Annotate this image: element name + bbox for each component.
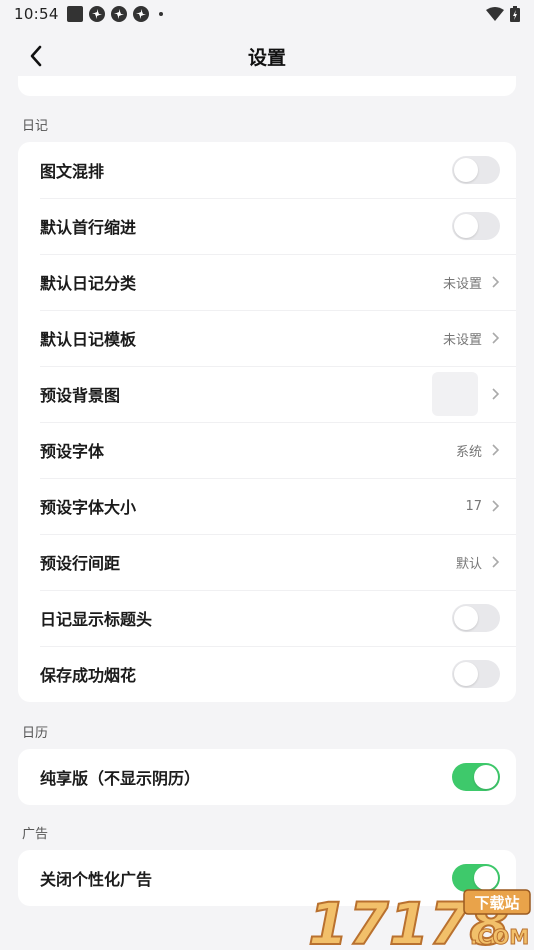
background-image-thumbnail bbox=[432, 372, 478, 416]
watermark-badge: 下载站 bbox=[474, 894, 519, 912]
section-label-diary: 日记 bbox=[22, 119, 49, 134]
setting-row-save-fireworks[interactable]: 保存成功烟花 bbox=[18, 646, 516, 702]
setting-row-pure-version[interactable]: 纯享版（不显示阴历） bbox=[18, 749, 516, 805]
setting-label: 日记显示标题头 bbox=[40, 610, 153, 629]
setting-row-font[interactable]: 预设字体 系统 bbox=[18, 422, 516, 478]
chevron-right-icon bbox=[492, 556, 500, 568]
wifi-icon bbox=[486, 7, 504, 21]
setting-row-background-image[interactable]: 预设背景图 bbox=[18, 366, 516, 422]
show-title-header-toggle[interactable] bbox=[452, 604, 500, 632]
fan-notification-icon bbox=[132, 6, 149, 22]
status-bar: 10:54 bbox=[0, 0, 534, 28]
setting-label: 保存成功烟花 bbox=[40, 666, 137, 685]
mixed-layout-toggle[interactable] bbox=[452, 156, 500, 184]
more-notifications-dot-icon bbox=[158, 12, 163, 16]
setting-value: 系统 bbox=[455, 444, 482, 460]
setting-label: 预设字体 bbox=[40, 442, 105, 461]
back-button[interactable] bbox=[22, 42, 50, 70]
status-time: 10:54 bbox=[14, 5, 59, 23]
section-label-calendar: 日历 bbox=[22, 726, 49, 741]
previous-settings-card bbox=[18, 76, 516, 96]
pure-version-toggle[interactable] bbox=[452, 763, 500, 791]
setting-value: 未设置 bbox=[442, 276, 482, 292]
setting-label: 纯享版（不显示阴历） bbox=[40, 769, 201, 788]
setting-label: 图文混排 bbox=[40, 162, 105, 181]
notification-app-icon bbox=[66, 6, 83, 22]
setting-label: 默认首行缩进 bbox=[40, 218, 137, 237]
chevron-right-icon bbox=[492, 276, 500, 288]
setting-row-mixed-layout[interactable]: 图文混排 bbox=[18, 142, 516, 198]
chevron-right-icon bbox=[492, 500, 500, 512]
chevron-right-icon bbox=[492, 444, 500, 456]
chevron-right-icon bbox=[492, 332, 500, 344]
setting-label: 关闭个性化广告 bbox=[40, 870, 153, 889]
setting-label: 默认日记模板 bbox=[40, 330, 137, 349]
setting-row-line-spacing[interactable]: 预设行间距 默认 bbox=[18, 534, 516, 590]
site-watermark-logo: 17178 下载站 .COM bbox=[307, 889, 531, 950]
setting-value: 默认 bbox=[455, 556, 482, 572]
page-title: 设置 bbox=[247, 46, 286, 69]
save-fireworks-toggle[interactable] bbox=[452, 660, 500, 688]
first-line-indent-toggle[interactable] bbox=[452, 212, 500, 240]
diary-settings-card: 图文混排 默认首行缩进 默认日记分类 未设置 默认日记模板 未设置 预设背景图 … bbox=[18, 142, 516, 702]
setting-row-first-line-indent[interactable]: 默认首行缩进 bbox=[18, 198, 516, 254]
setting-row-default-category[interactable]: 默认日记分类 未设置 bbox=[18, 254, 516, 310]
setting-row-default-template[interactable]: 默认日记模板 未设置 bbox=[18, 310, 516, 366]
chevron-right-icon bbox=[492, 388, 500, 400]
battery-icon bbox=[510, 6, 520, 22]
fan-notification-icon bbox=[88, 6, 105, 22]
setting-row-font-size[interactable]: 预设字体大小 17 bbox=[18, 478, 516, 534]
setting-label: 默认日记分类 bbox=[40, 274, 137, 293]
setting-label: 预设背景图 bbox=[40, 386, 121, 405]
section-label-ads: 广告 bbox=[22, 827, 49, 842]
fan-notification-icon bbox=[110, 6, 127, 22]
setting-label: 预设行间距 bbox=[40, 554, 121, 573]
setting-label: 预设字体大小 bbox=[40, 498, 137, 517]
setting-row-show-title-header[interactable]: 日记显示标题头 bbox=[18, 590, 516, 646]
watermark-domain: .COM bbox=[470, 925, 529, 949]
setting-value: 17 bbox=[465, 498, 482, 514]
setting-value: 未设置 bbox=[442, 332, 482, 348]
chevron-left-icon bbox=[30, 45, 42, 67]
calendar-settings-card: 纯享版（不显示阴历） bbox=[18, 749, 516, 805]
